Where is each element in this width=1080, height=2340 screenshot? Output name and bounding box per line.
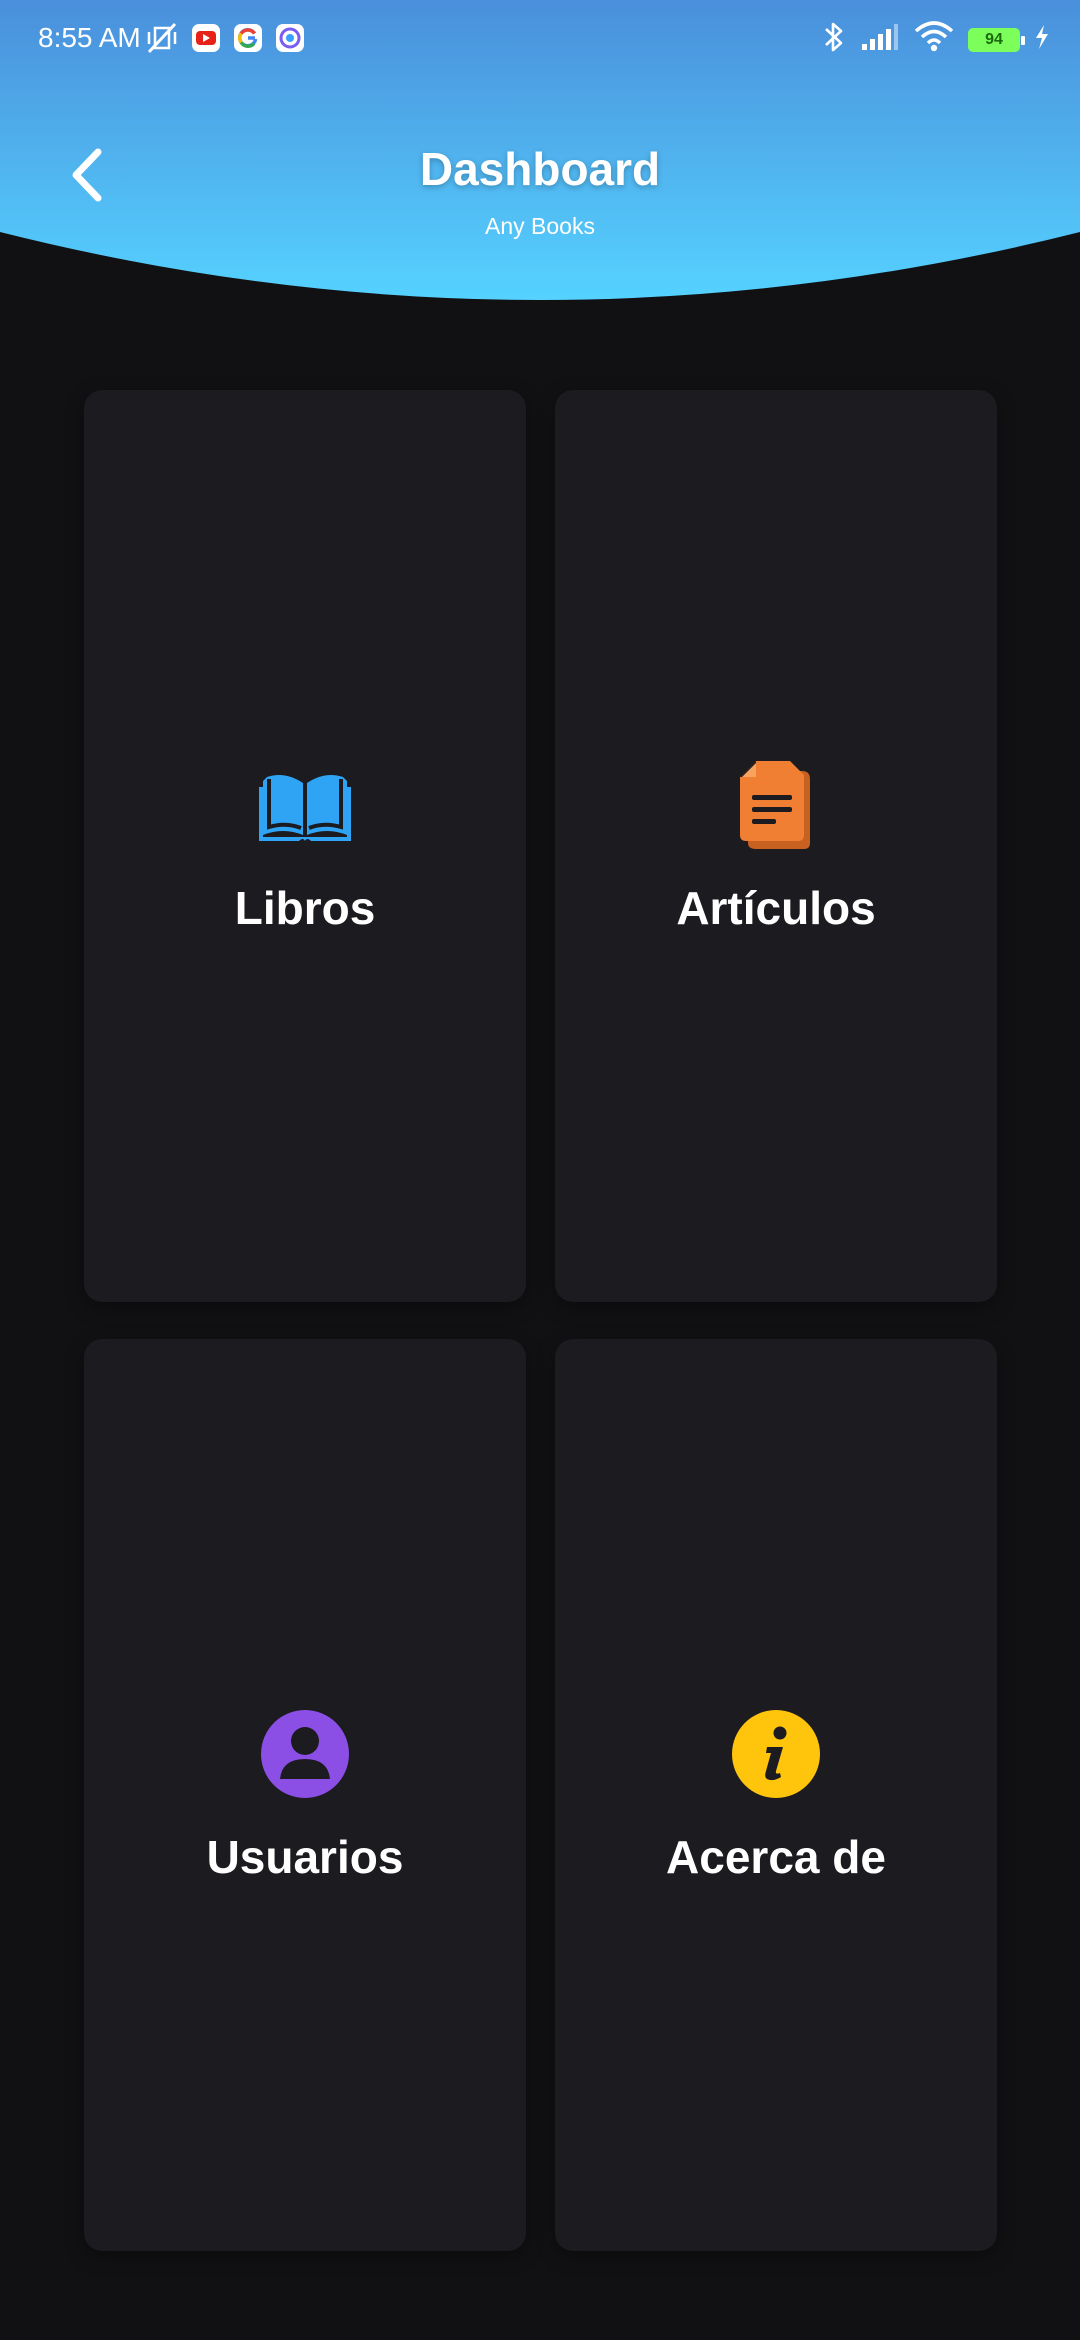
user-icon [257,1706,353,1802]
status-time: 8:55 AM [38,22,141,53]
acerca-de-label: Acerca de [666,1831,886,1883]
notification-icons [145,22,305,59]
page-title: Dashboard [419,143,661,195]
articulos-label: Artículos [676,882,876,934]
muted-vibrate-icon [145,22,179,59]
open-book-icon [257,757,353,853]
info-icon [728,1706,824,1802]
charging-icon [1034,24,1050,55]
bluetooth-icon [822,20,846,59]
articulos-card[interactable]: Artículos [555,390,997,1302]
youtube-icon [191,23,221,58]
signal-icon [860,22,900,57]
page-subtitle: Any Books [485,213,595,239]
wifi-icon [914,21,954,58]
usuarios-card[interactable]: Usuarios [84,1339,526,2251]
acerca-de-card[interactable]: Acerca de [555,1339,997,2251]
google-icon [233,23,263,58]
app-badge-icon [275,23,305,58]
libros-card[interactable]: Libros [84,390,526,1302]
system-icons: 94 [822,20,1050,59]
document-icon [728,757,824,853]
usuarios-label: Usuarios [206,1831,404,1883]
battery-indicator: 94 [968,27,1025,52]
libros-label: Libros [234,882,376,934]
status-bar: 8:55 AM 94 [0,0,1080,80]
dashboard-screen: 8:55 AM 94 Dashboard Any Books Libros Ar… [0,0,1080,2340]
